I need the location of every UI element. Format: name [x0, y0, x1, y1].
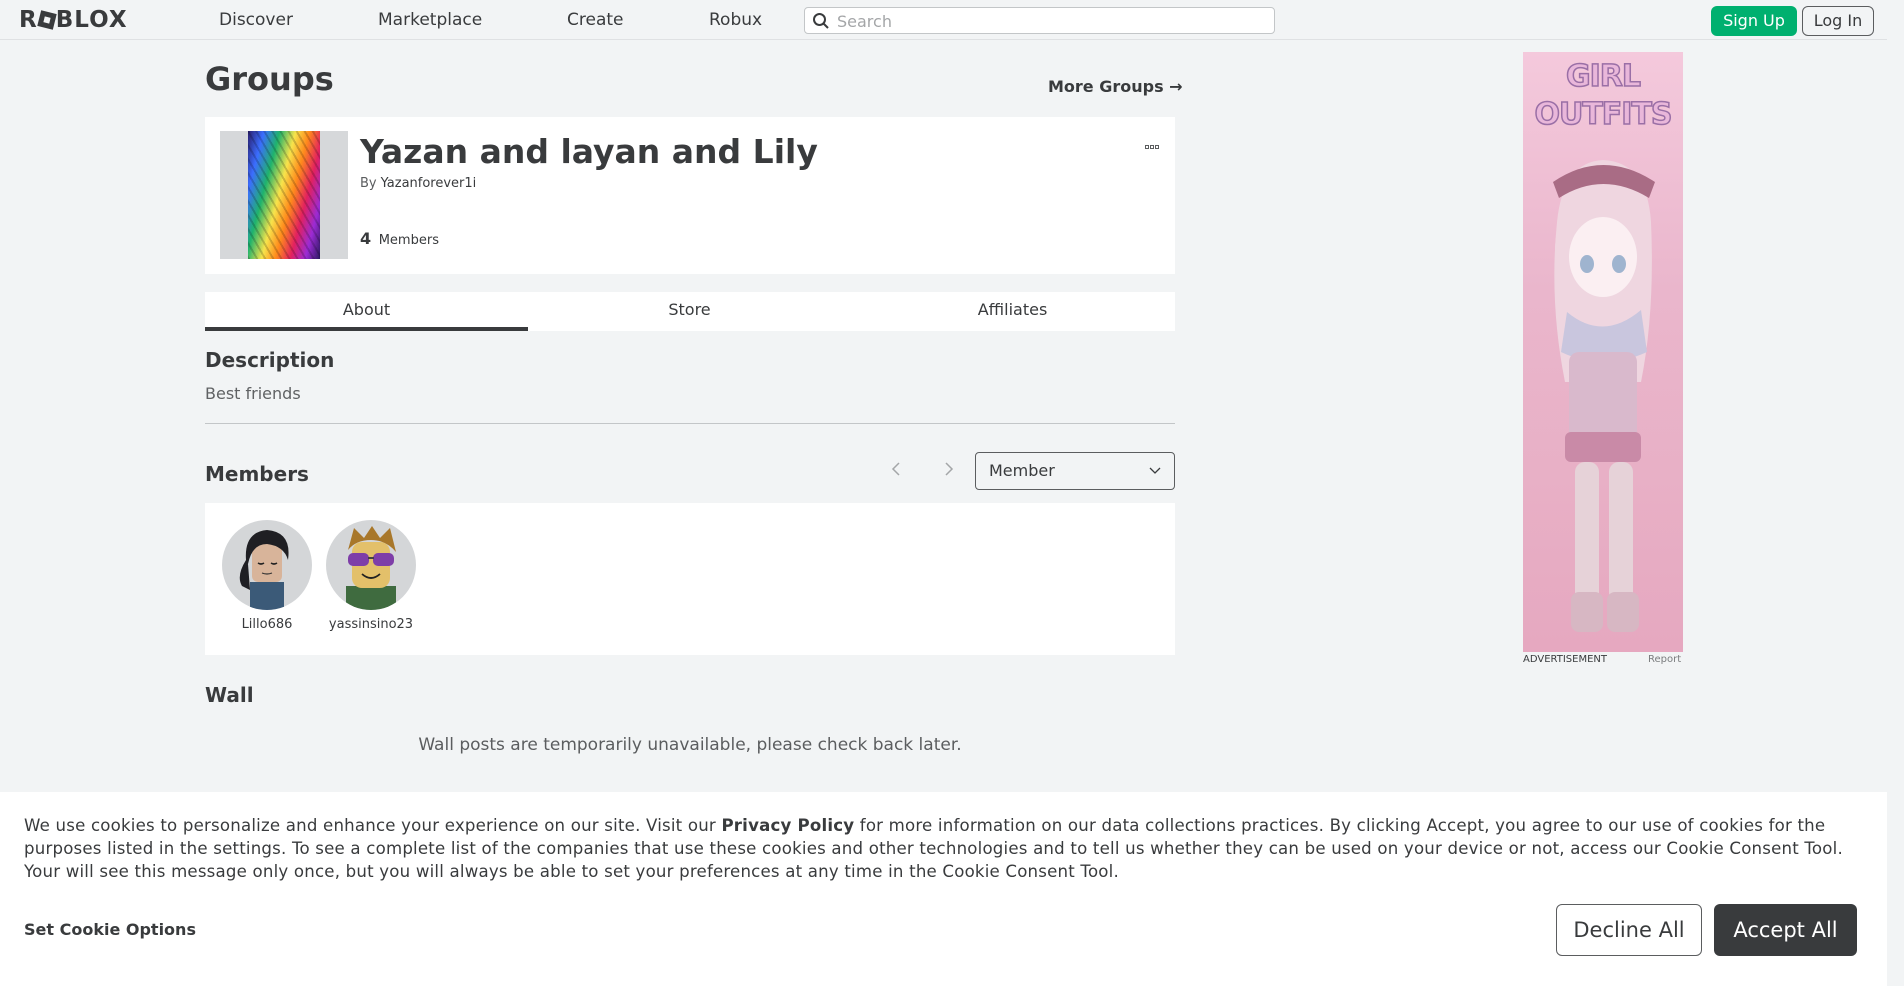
- description-text: Best friends: [205, 384, 301, 403]
- role-select[interactable]: Member: [975, 452, 1175, 490]
- ad-report-link[interactable]: Report: [1648, 654, 1681, 665]
- search-box[interactable]: [804, 7, 1275, 34]
- member-count-label: Members: [378, 233, 439, 248]
- chevron-left-icon[interactable]: [886, 459, 906, 479]
- divider: [205, 423, 1175, 424]
- more-groups-link[interactable]: More Groups →: [1048, 77, 1183, 96]
- chevron-right-icon[interactable]: [939, 459, 959, 479]
- group-name: Yazan and layan and Lily: [360, 132, 818, 171]
- sign-up-button[interactable]: Sign Up: [1711, 6, 1797, 36]
- member-card[interactable]: yassinsino23: [325, 520, 417, 632]
- avatar[interactable]: [326, 520, 416, 610]
- log-in-button[interactable]: Log In: [1802, 6, 1874, 36]
- nav-marketplace[interactable]: Marketplace: [378, 10, 482, 30]
- search-input[interactable]: [837, 10, 1267, 32]
- ad-headline: GIRL OUTFITS: [1523, 58, 1683, 134]
- wall-unavailable-message: Wall posts are temporarily unavailable, …: [418, 735, 962, 755]
- tab-about[interactable]: About: [205, 292, 528, 331]
- privacy-policy-link[interactable]: Privacy Policy: [721, 816, 854, 835]
- search-icon: [813, 13, 829, 29]
- nav-create[interactable]: Create: [567, 10, 624, 30]
- group-header-card: Yazan and layan and Lily By Yazanforever1…: [205, 117, 1175, 274]
- member-name[interactable]: yassinsino23: [325, 617, 417, 632]
- tab-store[interactable]: Store: [528, 292, 851, 331]
- cookie-banner: We use cookies to personalize and enhanc…: [0, 792, 1887, 986]
- cookie-message: We use cookies to personalize and enhanc…: [24, 814, 1874, 883]
- ad-label: ADVERTISEMENT: [1523, 654, 1608, 665]
- group-owner: By Yazanforever1i: [360, 176, 476, 191]
- group-tabs: About Store Affiliates: [205, 292, 1175, 331]
- nav-robux[interactable]: Robux: [709, 10, 762, 30]
- description-title: Description: [205, 348, 335, 372]
- avatar[interactable]: [222, 520, 312, 610]
- cookie-text-before: We use cookies to personalize and enhanc…: [24, 816, 722, 835]
- decline-all-button[interactable]: Decline All: [1556, 904, 1702, 956]
- member-count: 4 Members: [360, 229, 439, 248]
- chevron-down-icon: [1149, 467, 1161, 474]
- accept-all-button[interactable]: Accept All: [1714, 904, 1857, 956]
- page-title: Groups: [205, 60, 334, 98]
- role-select-value: Member: [989, 461, 1055, 480]
- members-title: Members: [205, 462, 309, 486]
- top-navigation-bar: R BLOX Discover Marketplace Create Robux …: [0, 0, 1887, 40]
- members-list: Lillo686 yassinsino23: [205, 503, 1175, 655]
- owner-by-label: By: [360, 176, 377, 191]
- wall-title: Wall: [205, 683, 254, 707]
- tab-affiliates[interactable]: Affiliates: [851, 292, 1174, 331]
- member-card[interactable]: Lillo686: [221, 520, 313, 632]
- ad-artwork: [1553, 160, 1655, 632]
- member-name[interactable]: Lillo686: [221, 617, 313, 632]
- roblox-logo[interactable]: R BLOX: [19, 7, 128, 33]
- ad-headline-line-1: GIRL: [1565, 58, 1642, 95]
- ad-headline-line-2: OUTFITS: [1534, 96, 1674, 133]
- nav-discover[interactable]: Discover: [219, 10, 293, 30]
- set-cookie-options-link[interactable]: Set Cookie Options: [24, 920, 196, 939]
- member-count-value: 4: [360, 229, 372, 248]
- more-options-icon[interactable]: [1145, 134, 1163, 149]
- group-emblem: [220, 131, 348, 259]
- advertisement-banner[interactable]: GIRL OUTFITS: [1523, 52, 1683, 652]
- owner-link[interactable]: Yazanforever1i: [381, 176, 477, 191]
